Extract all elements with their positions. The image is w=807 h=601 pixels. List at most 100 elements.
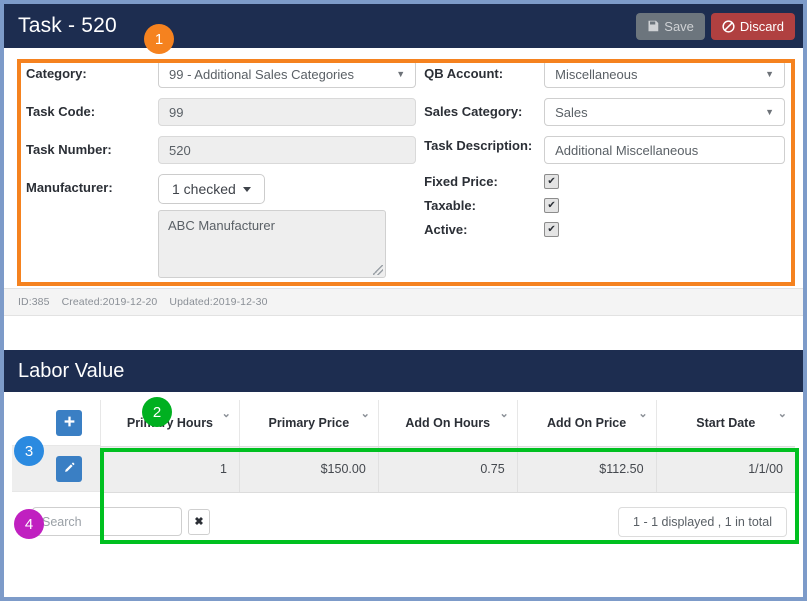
task-code-input[interactable]: 99 bbox=[158, 98, 417, 126]
add-button[interactable] bbox=[56, 409, 82, 436]
sort-chevron-down-icon[interactable]: ⌄ bbox=[499, 407, 508, 420]
column-label: Primary Price bbox=[268, 415, 350, 430]
check-icon: ✔ bbox=[547, 223, 556, 235]
page-title: Task - 520 bbox=[18, 14, 117, 37]
caret-down-icon bbox=[242, 186, 251, 192]
column-header-add-on-hours[interactable]: Add On Hours ⌄ bbox=[377, 400, 518, 447]
task-number-value: 520 bbox=[169, 142, 191, 158]
cell-primary-hours: 1 bbox=[100, 446, 240, 493]
manufacturer-multiselect-label: 1 checked bbox=[172, 181, 236, 197]
manufacturer-multiselect-button[interactable]: 1 checked bbox=[158, 174, 265, 204]
close-icon: ✖ bbox=[194, 516, 204, 528]
form-column-right: QB Account: Miscellaneous ▼ Sales Catego… bbox=[416, 60, 785, 280]
sales-category-select[interactable]: Sales ▼ bbox=[544, 98, 785, 126]
sort-chevron-down-icon[interactable]: ⌄ bbox=[778, 407, 787, 420]
check-icon: ✔ bbox=[547, 199, 556, 211]
section-spacer bbox=[4, 316, 803, 350]
manufacturer-list-value: ABC Manufacturer bbox=[168, 218, 275, 233]
cell-add-on-hours: 0.75 bbox=[377, 446, 518, 493]
annotation-badge-3: 3 bbox=[14, 436, 44, 466]
task-number-label: Task Number: bbox=[26, 142, 112, 157]
sales-category-value: Sales bbox=[555, 104, 588, 120]
field-taxable: Taxable: ✔ bbox=[424, 198, 785, 213]
floppy-disk-icon bbox=[647, 20, 659, 32]
column-label: Add On Price bbox=[547, 415, 627, 430]
resize-handle-icon[interactable] bbox=[373, 265, 383, 275]
field-category: Category: 99 - Additional Sales Categori… bbox=[26, 60, 417, 88]
header-actions: Save Discard bbox=[636, 12, 795, 40]
task-number-input[interactable]: 520 bbox=[158, 136, 417, 164]
table-header-row: Primary Hours ⌄ Primary Price ⌄ Add On H… bbox=[100, 400, 795, 447]
table-row[interactable]: 1 $150.00 0.75 $112.50 1/1/00 bbox=[100, 446, 795, 493]
taxable-label: Taxable: bbox=[424, 198, 476, 213]
active-checkbox[interactable]: ✔ bbox=[544, 222, 560, 237]
labor-value-table: Primary Hours ⌄ Primary Price ⌄ Add On H… bbox=[100, 400, 795, 493]
labor-value-grid-wrapper: Primary Hours ⌄ Primary Price ⌄ Add On H… bbox=[12, 400, 795, 493]
clear-search-button[interactable]: ✖ bbox=[188, 508, 210, 535]
manufacturer-list-textarea[interactable]: ABC Manufacturer bbox=[158, 210, 386, 278]
search-input[interactable] bbox=[32, 507, 182, 536]
edit-button[interactable] bbox=[56, 455, 82, 482]
labor-value-header-bar: Labor Value bbox=[4, 350, 803, 392]
app-window: Task - 520 Save Discard Category: 99 - A… bbox=[0, 0, 807, 601]
discard-button-label: Discard bbox=[739, 18, 784, 34]
field-task-code: Task Code: 99 bbox=[26, 98, 417, 126]
field-task-description: Task Description: Additional Miscellaneo… bbox=[424, 136, 785, 164]
check-icon: ✔ bbox=[547, 175, 556, 187]
sort-chevron-down-icon[interactable]: ⌄ bbox=[638, 407, 647, 420]
field-task-number: Task Number: 520 bbox=[26, 136, 417, 164]
manufacturer-label: Manufacturer: bbox=[26, 180, 113, 195]
annotation-badge-2: 2 bbox=[142, 397, 172, 427]
record-meta-strip: ID:385 Created:2019-12-20 Updated:2019-1… bbox=[4, 288, 803, 316]
task-header-bar: Task - 520 Save Discard bbox=[4, 4, 803, 48]
cell-primary-price: $150.00 bbox=[238, 446, 379, 493]
task-code-value: 99 bbox=[169, 104, 184, 120]
annotation-badge-1: 1 bbox=[144, 24, 174, 54]
field-active: Active: ✔ bbox=[424, 222, 785, 237]
task-code-label: Task Code: bbox=[26, 104, 96, 119]
record-updated: Updated:2019-12-30 bbox=[169, 296, 268, 308]
task-description-input[interactable]: Additional Miscellaneous bbox=[544, 136, 785, 164]
sales-category-label: Sales Category: bbox=[424, 104, 523, 119]
task-description-label: Task Description: bbox=[424, 138, 533, 153]
labor-value-title: Labor Value bbox=[18, 359, 125, 382]
column-header-start-date[interactable]: Start Date ⌄ bbox=[655, 400, 795, 447]
field-manufacturer: Manufacturer: 1 checked ABC Manufacturer bbox=[26, 174, 416, 278]
column-label: Start Date bbox=[696, 415, 756, 430]
field-sales-category: Sales Category: Sales ▼ bbox=[424, 98, 785, 126]
category-select[interactable]: 99 - Additional Sales Categories ▼ bbox=[158, 60, 417, 88]
save-button[interactable]: Save bbox=[636, 12, 705, 40]
grid-table-container: Primary Hours ⌄ Primary Price ⌄ Add On H… bbox=[100, 400, 795, 493]
sort-chevron-down-icon[interactable]: ⌄ bbox=[222, 407, 231, 420]
column-header-primary-price[interactable]: Primary Price ⌄ bbox=[238, 400, 379, 447]
column-header-add-on-price[interactable]: Add On Price ⌄ bbox=[516, 400, 657, 447]
category-label: Category: bbox=[26, 66, 87, 81]
annotation-badge-4: 4 bbox=[14, 509, 44, 539]
fixed-price-label: Fixed Price: bbox=[424, 174, 498, 189]
qb-account-label: QB Account: bbox=[424, 66, 504, 81]
qb-account-select[interactable]: Miscellaneous ▼ bbox=[544, 60, 785, 88]
plus-icon bbox=[63, 415, 76, 431]
grid-footer-toolbar: ✖ 1 - 1 displayed , 1 in total bbox=[12, 493, 795, 541]
fixed-price-checkbox[interactable]: ✔ bbox=[544, 174, 560, 189]
record-id: ID:385 bbox=[18, 296, 50, 308]
category-value: 99 - Additional Sales Categories bbox=[169, 66, 355, 82]
search-group: ✖ bbox=[32, 507, 210, 536]
no-entry-icon bbox=[722, 19, 735, 33]
form-column-left: Category: 99 - Additional Sales Categori… bbox=[26, 60, 417, 280]
record-created: Created:2019-12-20 bbox=[61, 296, 158, 308]
active-label: Active: bbox=[424, 222, 468, 237]
chevron-down-icon: ▼ bbox=[765, 107, 774, 117]
qb-account-value: Miscellaneous bbox=[555, 66, 638, 82]
discard-button[interactable]: Discard bbox=[710, 12, 795, 40]
field-fixed-price: Fixed Price: ✔ bbox=[424, 174, 785, 189]
chevron-down-icon: ▼ bbox=[396, 69, 406, 79]
cell-start-date: 1/1/00 bbox=[655, 446, 795, 493]
cell-add-on-price: $112.50 bbox=[516, 446, 657, 493]
taxable-checkbox[interactable]: ✔ bbox=[544, 198, 560, 213]
pencil-icon bbox=[63, 461, 76, 477]
sort-chevron-down-icon[interactable]: ⌄ bbox=[361, 407, 370, 420]
field-qb-account: QB Account: Miscellaneous ▼ bbox=[424, 60, 785, 88]
task-form: Category: 99 - Additional Sales Categori… bbox=[4, 48, 803, 288]
chevron-down-icon: ▼ bbox=[765, 69, 774, 79]
